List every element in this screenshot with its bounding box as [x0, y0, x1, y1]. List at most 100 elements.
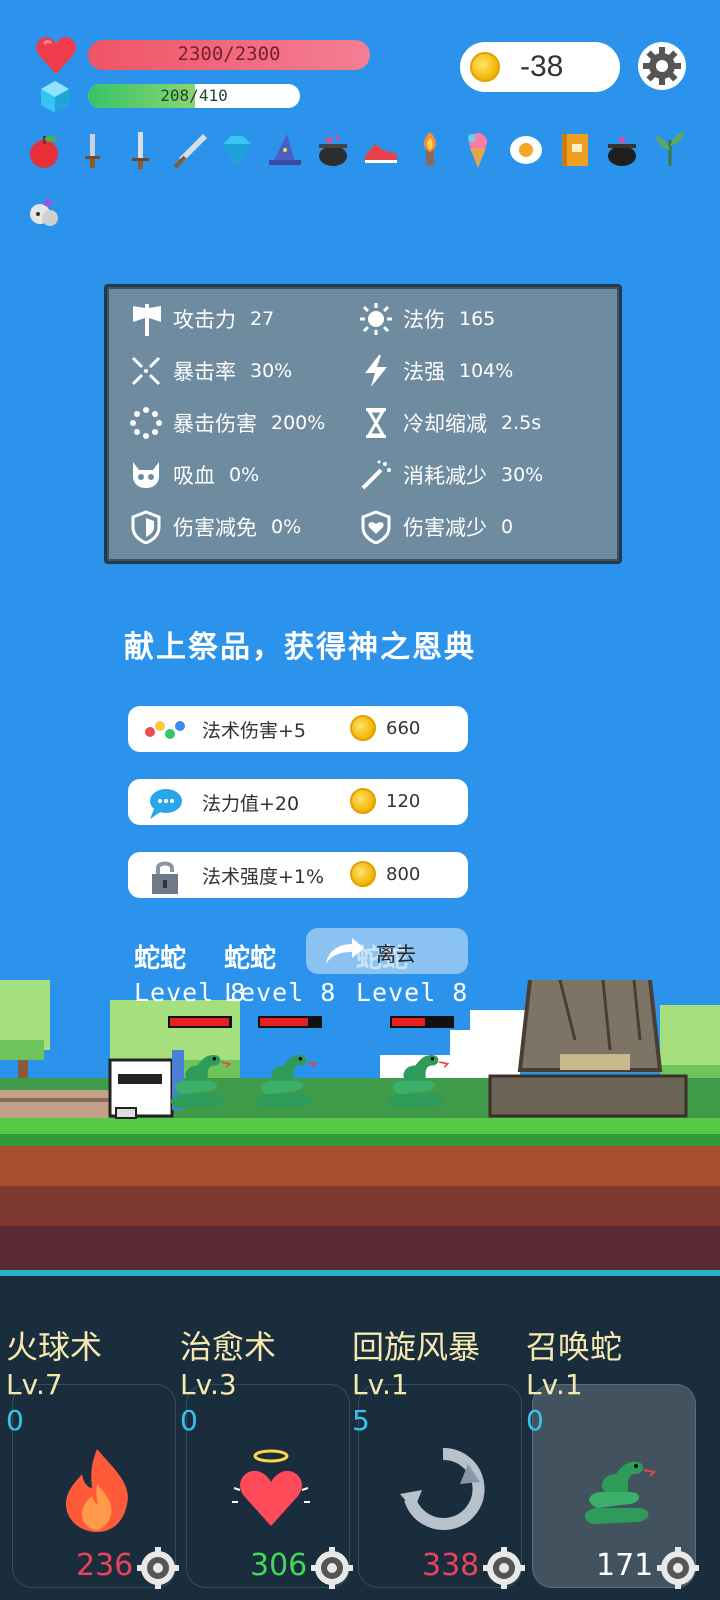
- stat-row: 冷却缩减 2.5s: [359, 403, 541, 443]
- skill-charge: 0: [6, 1404, 24, 1437]
- offering-price: 660: [386, 718, 421, 739]
- burst-icon: [130, 407, 162, 439]
- leave-button[interactable]: 离去: [306, 928, 468, 974]
- inventory-slot[interactable]: [165, 126, 213, 174]
- offer-title: 献上祭品，获得神之恩典: [124, 630, 476, 665]
- stats-panel: 攻击力 27 法伤 165 暴击率 30% 法强 104% 暴击伤害 200% 冷却缩减 2.5s 吸血…: [104, 284, 622, 564]
- stat-label: 冷却缩减: [403, 412, 487, 436]
- stat-row: 吸血 0%: [129, 455, 259, 495]
- inventory-slot[interactable]: [502, 126, 550, 174]
- gold-value: -38: [520, 50, 564, 83]
- ice-cream-icon: [467, 133, 487, 168]
- gear-icon: [483, 1547, 525, 1589]
- stat-label: 吸血: [173, 464, 215, 488]
- stat-row: 攻击力 27: [129, 299, 274, 339]
- stat-value: 0: [501, 516, 514, 538]
- herb-icon: [656, 132, 685, 166]
- offering-price: 120: [386, 791, 421, 812]
- offering-label: 法术强度+1%: [202, 866, 325, 888]
- inventory-slot[interactable]: [550, 126, 598, 174]
- skill-icon-wrap: [398, 1444, 488, 1534]
- inventory-slot[interactable]: [406, 126, 454, 174]
- skill-upgrade-button[interactable]: [656, 1546, 700, 1590]
- stat-value: 165: [459, 308, 496, 330]
- skill-icon-wrap: [52, 1444, 142, 1534]
- inventory-slot[interactable]: [116, 126, 164, 174]
- spellbook-icon: [562, 134, 589, 166]
- padlock-icon: [152, 861, 178, 894]
- enemy-hp-bar: [390, 1016, 454, 1028]
- sneaker-icon: [365, 144, 398, 163]
- skill-cost: 236: [76, 1548, 134, 1583]
- skill-charge: 0: [526, 1404, 544, 1437]
- short-sword-icon: [132, 132, 150, 169]
- enemy-name: 蛇蛇: [224, 944, 277, 974]
- dagger-icon: [85, 134, 101, 168]
- inventory-slot[interactable]: [646, 126, 694, 174]
- stat-value: 0%: [271, 516, 302, 538]
- whirlwind-icon: [400, 1447, 485, 1530]
- enemy-hp-bar: [258, 1016, 322, 1028]
- skill-level: Lv.3: [180, 1368, 237, 1401]
- battle-scene: [0, 980, 720, 1270]
- inventory-slot[interactable]: [213, 126, 261, 174]
- skill-cost: 338: [422, 1548, 480, 1583]
- gear-icon: [311, 1547, 353, 1589]
- stat-label: 暴击率: [173, 360, 236, 384]
- coin-icon: [470, 52, 500, 82]
- mana-bar: 208/410: [88, 84, 300, 108]
- snake-icon: [584, 1461, 657, 1524]
- heart-icon: [36, 37, 76, 74]
- gear-icon: [137, 1547, 179, 1589]
- stat-value: 2.5s: [501, 412, 542, 434]
- stat-value: 30%: [250, 360, 293, 382]
- coin-icon: [350, 861, 376, 887]
- inventory-slot[interactable]: [357, 126, 405, 174]
- coin-icon: [350, 788, 376, 814]
- stat-label: 暴击伤害: [173, 412, 257, 436]
- dots-icon: [145, 721, 185, 739]
- fire-icon: [66, 1449, 128, 1532]
- skill-icon-wrap: [226, 1444, 316, 1534]
- angel-heart-icon: [232, 1449, 310, 1526]
- inventory-slot[interactable]: [20, 126, 68, 174]
- hourglass-icon: [366, 408, 386, 438]
- stat-label: 法伤: [403, 308, 445, 332]
- knight-hero: [108, 1050, 184, 1119]
- leave-label: 离去: [376, 942, 416, 966]
- dark-cauldron-icon: [608, 137, 637, 166]
- inventory-slot[interactable]: [454, 126, 502, 174]
- stat-value: 200%: [271, 412, 326, 434]
- gear-icon: [643, 47, 681, 85]
- stat-value: 27: [250, 308, 275, 330]
- lightning-icon: [365, 355, 387, 387]
- stat-label: 法强: [403, 360, 445, 384]
- skill-upgrade-button[interactable]: [310, 1546, 354, 1590]
- skill-upgrade-button[interactable]: [136, 1546, 180, 1590]
- stat-label: 伤害减少: [403, 516, 487, 540]
- inventory-slot[interactable]: [20, 186, 68, 234]
- inventory-slot[interactable]: [261, 126, 309, 174]
- torch-icon: [423, 132, 436, 166]
- heart-shield-icon: [361, 510, 391, 544]
- settings-button[interactable]: [638, 42, 686, 90]
- stat-row: 暴击率 30%: [129, 351, 292, 391]
- skill-upgrade-button[interactable]: [482, 1546, 526, 1590]
- skill-name: 治愈术: [180, 1328, 277, 1366]
- skill-charge: 0: [180, 1404, 198, 1437]
- stat-row: 消耗减少 30%: [359, 455, 543, 495]
- inventory-slot[interactable]: [68, 126, 116, 174]
- offering-button[interactable]: 法术强度+1% 800: [128, 852, 468, 898]
- offering-button[interactable]: 法术伤害+5 660: [128, 706, 468, 752]
- offering-label: 法力值+20: [202, 793, 300, 815]
- crosshair-icon: [131, 356, 161, 386]
- skill-cost: 171: [596, 1548, 654, 1583]
- offering-button[interactable]: 法力值+20 120: [128, 779, 468, 825]
- fried-egg-icon: [509, 136, 542, 164]
- gear-icon: [657, 1547, 699, 1589]
- hp-bar: 2300/2300: [88, 40, 370, 70]
- cauldron-icon: [319, 136, 348, 166]
- stat-row: 法伤 165: [359, 299, 495, 339]
- inventory-slot[interactable]: [309, 126, 357, 174]
- inventory-slot[interactable]: [598, 126, 646, 174]
